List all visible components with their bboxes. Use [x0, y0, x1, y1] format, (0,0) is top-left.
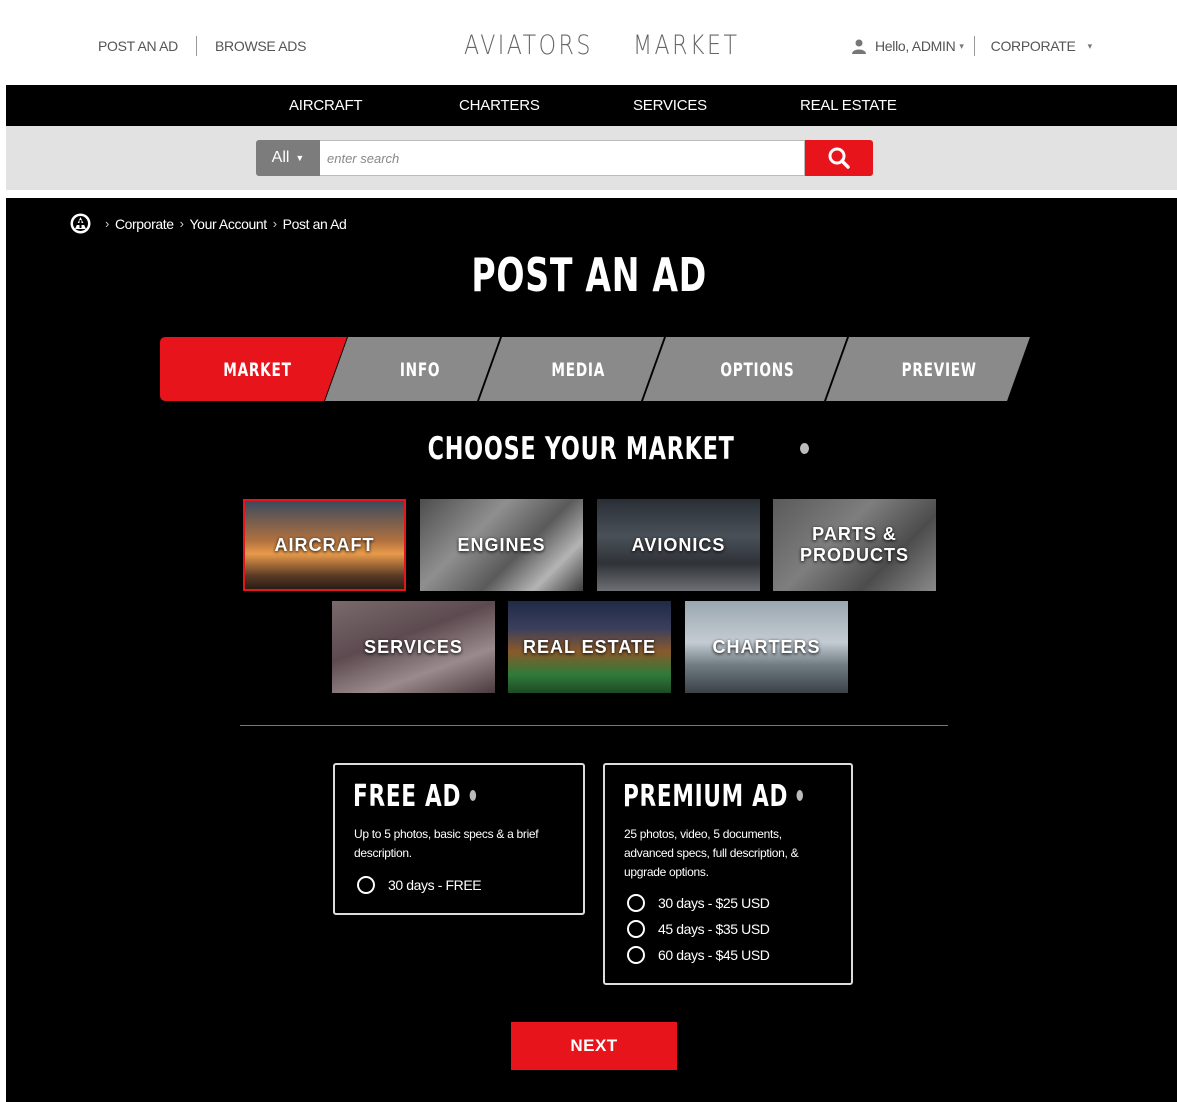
radio-button[interactable]	[357, 876, 375, 894]
choose-market-title: CHOOSE YOUR MARKET	[427, 431, 735, 467]
search-category-label: All	[271, 149, 290, 166]
breadcrumb-post-an-ad: Post an Ad	[282, 215, 347, 232]
nav-aircraft[interactable]: AIRCRAFT	[289, 97, 363, 114]
breadcrumb-separator: ›	[272, 216, 277, 231]
market-tile-label-line2: PRODUCTS	[799, 545, 909, 565]
page-title: POST AN AD	[471, 248, 708, 302]
premium-ad-title: PREMIUM AD	[623, 779, 804, 814]
breadcrumb-separator: ›	[105, 216, 109, 231]
premium-ad-option-30[interactable]: 30 days - $25 USD	[627, 894, 770, 912]
search-category-select[interactable]: All ▼	[256, 140, 320, 176]
market-tile-label: PARTS & PRODUCTS	[800, 524, 909, 566]
info-icon[interactable]	[800, 443, 810, 454]
market-tile-avionics[interactable]: AVIONICS	[597, 499, 760, 591]
post-ad-link[interactable]: POST AN AD	[98, 38, 178, 54]
market-tile-label: ENGINES	[457, 534, 546, 555]
free-ad-title-text: FREE AD	[353, 779, 462, 814]
greeting-menu[interactable]: Hello, ADMIN	[875, 38, 956, 54]
premium-ad-title-text: PREMIUM AD	[623, 779, 789, 814]
breadcrumb-corporate[interactable]: Corporate	[115, 216, 174, 232]
choose-market-heading: CHOOSE YOUR MARKET	[0, 431, 1177, 467]
search-input[interactable]	[320, 140, 805, 176]
option-label: 30 days - FREE	[388, 877, 482, 893]
nav-real-estate[interactable]: REAL ESTATE	[800, 97, 897, 114]
market-tile-label: AIRCRAFT	[274, 534, 375, 555]
top-right-account: Hello, ADMIN ▾ CORPORATE ▾	[851, 36, 1092, 56]
option-label: 45 days - $35 USD	[658, 921, 770, 937]
market-tile-label: AVIONICS	[631, 534, 726, 555]
search-icon	[828, 147, 850, 169]
search-button[interactable]	[805, 140, 873, 176]
chevron-down-icon: ▼	[295, 153, 305, 163]
premium-ad-desc-line: advanced specs, full description, &	[624, 846, 799, 860]
premium-ad-description: 25 photos, video, 5 documents, advanced …	[624, 825, 799, 882]
chevron-down-icon[interactable]: ▾	[1088, 41, 1093, 52]
next-button[interactable]: NEXT	[511, 1022, 677, 1070]
market-tile-aircraft[interactable]: AIRCRAFT	[243, 499, 406, 591]
market-tile-charters[interactable]: CHARTERS	[685, 601, 848, 693]
free-ad-option-30[interactable]: 30 days - FREE	[357, 876, 482, 894]
option-label: 30 days - $25 USD	[658, 895, 770, 911]
premium-ad-card: PREMIUM AD 25 photos, video, 5 documents…	[603, 763, 853, 985]
market-tile-label: CHARTERS	[712, 636, 821, 657]
user-icon	[852, 39, 866, 54]
option-label: 60 days - $45 USD	[658, 947, 770, 963]
radio-button[interactable]	[627, 894, 645, 912]
free-ad-description: Up to 5 photos, basic specs & a brief de…	[354, 825, 539, 863]
divider	[196, 36, 197, 56]
breadcrumb-your-account[interactable]: Your Account	[190, 216, 268, 232]
free-ad-desc-line: description.	[354, 846, 412, 860]
market-tile-real-estate[interactable]: REAL ESTATE	[508, 601, 671, 693]
info-icon[interactable]	[469, 790, 477, 801]
browse-ads-link[interactable]: BROWSE ADS	[215, 38, 306, 54]
step-info[interactable]: INFO	[400, 359, 440, 381]
divider	[973, 36, 975, 56]
free-ad-card: FREE AD Up to 5 photos, basic specs & a …	[333, 763, 585, 915]
account-menu[interactable]: CORPORATE	[991, 38, 1076, 54]
main-nav: AIRCRAFT CHARTERS SERVICES REAL ESTATE	[6, 85, 1177, 126]
step-tabs: MARKET INFO MEDIA OPTIONS PREVIEW	[160, 337, 1030, 401]
nav-charters[interactable]: CHARTERS	[459, 97, 540, 114]
market-tile-label: REAL ESTATE	[522, 636, 656, 657]
radio-button[interactable]	[627, 920, 645, 938]
step-market[interactable]: MARKET	[223, 359, 291, 381]
logo-word-left: AVIATORS	[464, 29, 593, 61]
premium-ad-option-60[interactable]: 60 days - $45 USD	[627, 946, 770, 964]
logo-word-right: MARKET	[633, 29, 740, 61]
step-preview[interactable]: PREVIEW	[902, 359, 977, 381]
market-tile-label: SERVICES	[364, 636, 463, 657]
free-ad-desc-line: Up to 5 photos, basic specs & a brief	[354, 827, 539, 841]
info-icon[interactable]	[796, 790, 804, 801]
site-logo[interactable]: AVIATORS MARKET	[464, 15, 737, 75]
chevron-down-icon[interactable]: ▾	[959, 41, 964, 52]
free-ad-title: FREE AD	[353, 779, 477, 814]
market-tile-engines[interactable]: ENGINES	[420, 499, 583, 591]
market-tile-services[interactable]: SERVICES	[332, 601, 495, 693]
step-media[interactable]: MEDIA	[551, 359, 605, 381]
premium-ad-desc-line: 25 photos, video, 5 documents,	[624, 827, 782, 841]
section-divider	[240, 725, 948, 726]
top-left-links: POST AN AD BROWSE ADS	[98, 36, 306, 56]
radio-button[interactable]	[627, 946, 645, 964]
nav-services[interactable]: SERVICES	[633, 97, 707, 114]
step-options[interactable]: OPTIONS	[720, 359, 794, 381]
market-tile-label-line1: PARTS &	[812, 524, 897, 544]
search-bar: All ▼	[256, 140, 873, 176]
premium-ad-option-45[interactable]: 45 days - $35 USD	[627, 920, 770, 938]
home-icon[interactable]	[70, 213, 91, 234]
breadcrumb-separator: ›	[179, 216, 184, 231]
market-tile-parts-products[interactable]: PARTS & PRODUCTS	[773, 499, 936, 591]
top-header: POST AN AD BROWSE ADS AVIATORS MARKET He…	[0, 0, 1177, 85]
premium-ad-desc-line: upgrade options.	[624, 865, 709, 879]
breadcrumb: › Corporate › Your Account › Post an Ad	[70, 213, 347, 234]
